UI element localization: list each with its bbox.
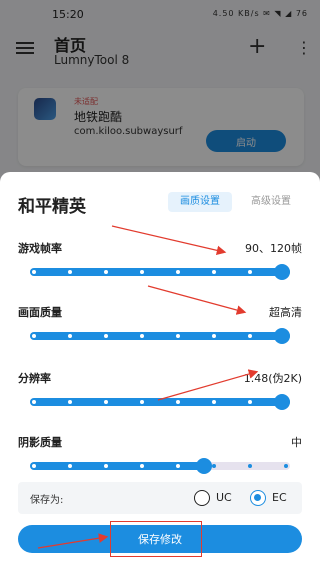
slider-stop [140, 400, 144, 404]
slider-stop [140, 270, 144, 274]
shadow-quality-label: 阴影质量 [18, 436, 62, 449]
ec-radio[interactable] [250, 490, 266, 506]
resolution-value: 1.48(伪2K) [243, 372, 302, 385]
slider-stop [284, 464, 288, 468]
slider-stop [176, 400, 180, 404]
slider-stop [68, 334, 72, 338]
tab-quality-settings[interactable]: 画质设置 [168, 192, 232, 212]
uc-radio-label[interactable]: UC [216, 491, 232, 504]
slider-stop [212, 270, 216, 274]
save-as-label: 保存为: [30, 495, 64, 506]
annotation-highlight-box [110, 521, 202, 557]
slider-thumb[interactable] [274, 264, 290, 280]
picture-quality-label: 画面质量 [18, 306, 62, 319]
shadow-quality-value: 中 [291, 436, 302, 449]
settings-sheet: 和平精英 画质设置 高级设置 游戏帧率 90、120帧 画面质量 超高清 分辨率… [0, 172, 320, 570]
modal-scrim[interactable] [0, 0, 320, 190]
slider-thumb[interactable] [274, 394, 290, 410]
slider-stop [248, 400, 252, 404]
slider-stop [32, 400, 36, 404]
slider-stop [212, 400, 216, 404]
slider-stop [140, 464, 144, 468]
slider-stop [32, 270, 36, 274]
slider-stop [68, 464, 72, 468]
slider-stop [68, 270, 72, 274]
ec-radio-label[interactable]: EC [272, 491, 287, 504]
slider-stop [176, 334, 180, 338]
slider-stop [248, 464, 252, 468]
slider-stop [248, 270, 252, 274]
frame-rate-label: 游戏帧率 [18, 242, 62, 255]
resolution-slider[interactable] [30, 394, 290, 410]
resolution-label: 分辨率 [18, 372, 51, 385]
frame-rate-value: 90、120帧 [245, 242, 302, 255]
picture-quality-slider[interactable] [30, 328, 290, 344]
slider-thumb[interactable] [196, 458, 213, 474]
slider-stop [140, 334, 144, 338]
slider-stop [176, 270, 180, 274]
picture-quality-value: 超高清 [269, 306, 302, 319]
slider-stop [248, 334, 252, 338]
uc-radio[interactable] [194, 490, 210, 506]
slider-stop [68, 400, 72, 404]
slider-stop [104, 334, 108, 338]
slider-stop [32, 334, 36, 338]
slider-stop [32, 464, 36, 468]
tab-advanced-settings[interactable]: 高级设置 [244, 192, 298, 212]
frame-rate-slider[interactable] [30, 264, 290, 280]
save-as-row: 保存为: UC EC [18, 482, 302, 514]
slider-stop [212, 334, 216, 338]
slider-stop [212, 464, 216, 468]
slider-stop [104, 400, 108, 404]
slider-thumb[interactable] [274, 328, 290, 344]
shadow-quality-slider[interactable] [30, 458, 290, 474]
slider-stop [176, 464, 180, 468]
sheet-title: 和平精英 [18, 197, 86, 217]
slider-stop [104, 270, 108, 274]
slider-stop [104, 464, 108, 468]
